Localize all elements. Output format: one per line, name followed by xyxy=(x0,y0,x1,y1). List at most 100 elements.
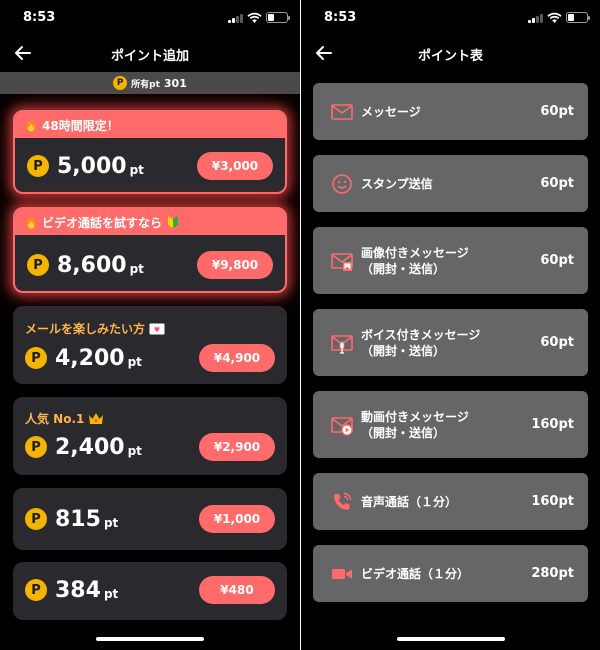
offer-banner-text: ビデオ通話を試すなら xyxy=(42,215,163,230)
price-item-stamp: スタンプ送信 60pt xyxy=(313,155,588,212)
offer-banner-text: 48時間限定！ xyxy=(42,118,119,133)
offer-row: P 5,000 pt ¥3,000 xyxy=(27,152,273,180)
video-mail-icon xyxy=(331,416,353,436)
item-cost: 160pt xyxy=(531,494,574,509)
item-label: メッセージ xyxy=(361,104,421,119)
offer-unit: pt xyxy=(127,355,142,369)
item-label: 動画付きメッセージ xyxy=(361,409,469,424)
offer-banner: ビデオ通話を試すなら xyxy=(15,209,285,235)
video-camera-icon xyxy=(332,568,352,579)
offer-unit: pt xyxy=(129,163,144,177)
status-bar: 8:53 xyxy=(301,0,600,38)
price-item-video-message: 動画付きメッセージ （開封・送信） 160pt xyxy=(313,391,588,458)
item-label-group: 画像付きメッセージ （開封・送信） xyxy=(361,245,469,277)
coin-icon: P xyxy=(25,508,47,530)
phone-icon xyxy=(333,492,352,510)
status-bar: 8:53 xyxy=(0,0,300,38)
price-item-video-call: ビデオ通話（１分） 280pt xyxy=(313,545,588,602)
offer-amount: 4,200 xyxy=(55,345,125,371)
home-indicator[interactable] xyxy=(96,637,204,641)
offer-amount: 815 xyxy=(55,506,101,532)
item-cost: 280pt xyxy=(531,566,574,581)
price-item-voice-call: 音声通話（１分） 160pt xyxy=(313,473,588,530)
coin-icon: P xyxy=(113,76,128,90)
item-sublabel: （開封・送信） xyxy=(361,261,446,276)
item-label-group: 動画付きメッセージ （開封・送信） xyxy=(361,409,469,441)
coin-icon: P xyxy=(25,436,47,458)
offer-tag-text: 人気 No.1 xyxy=(25,412,85,426)
crown-icon xyxy=(89,413,104,424)
offer-card-mail[interactable]: メールを楽しみたい方 P 4,200 pt ¥4,900 xyxy=(13,306,287,384)
item-label: スタンプ送信 xyxy=(361,176,433,191)
offer-row: P 4,200 pt ¥4,900 xyxy=(25,344,275,372)
offer-unit: pt xyxy=(129,262,144,276)
item-label: ボイス付きメッセージ xyxy=(361,327,481,342)
status-time: 8:53 xyxy=(23,10,56,25)
status-icons xyxy=(528,12,590,23)
coin-icon: P xyxy=(25,579,47,601)
envelope-icon xyxy=(331,103,353,120)
item-cost: 60pt xyxy=(540,176,574,191)
price-item-message: メッセージ 60pt xyxy=(313,83,588,140)
home-indicator[interactable] xyxy=(396,637,505,641)
coin-icon: P xyxy=(27,254,49,276)
price-item-voice-message: ボイス付きメッセージ （開封・送信） 60pt xyxy=(313,309,588,376)
fire-icon xyxy=(26,215,36,229)
wifi-icon xyxy=(247,12,262,23)
points-table-screen: 8:53 ポイント表 メッセージ 60pt スタンプ送信 60pt 画像付きメッ… xyxy=(301,0,600,650)
coin-icon: P xyxy=(27,155,49,177)
nav-bar: ポイント表 xyxy=(301,38,600,70)
price-button[interactable]: ¥4,900 xyxy=(199,344,275,372)
offer-row: P 2,400 pt ¥2,900 xyxy=(25,433,275,461)
offer-unit: pt xyxy=(103,587,119,601)
offer-amount: 8,600 xyxy=(57,252,127,278)
offer-card-limited[interactable]: 48時間限定！ P 5,000 pt ¥3,000 xyxy=(13,110,287,194)
offer-card[interactable]: P 384 pt ¥480 xyxy=(13,562,287,620)
offer-row: P 384 pt ¥480 xyxy=(25,576,275,604)
offer-amount: 2,400 xyxy=(55,434,125,460)
offer-row: P 815 pt ¥1,000 xyxy=(25,505,275,533)
status-time: 8:53 xyxy=(324,10,357,25)
status-icons xyxy=(228,12,290,23)
price-button[interactable]: ¥9,800 xyxy=(197,251,273,279)
offer-tag: 人気 No.1 xyxy=(25,410,104,427)
wifi-icon xyxy=(547,12,562,23)
item-label-group: ボイス付きメッセージ （開封・送信） xyxy=(361,327,480,359)
offer-tag-text: メールを楽しみたい方 xyxy=(25,322,146,336)
offer-row: P 8,600 pt ¥9,800 xyxy=(27,251,273,279)
offer-amount: 384 xyxy=(55,577,101,603)
beginner-mark-icon xyxy=(168,216,179,228)
price-button[interactable]: ¥1,000 xyxy=(199,505,275,533)
smiley-icon xyxy=(332,173,352,194)
item-cost: 60pt xyxy=(540,253,574,268)
item-cost: 60pt xyxy=(540,104,574,119)
offer-unit: pt xyxy=(127,444,142,458)
page-title: ポイント表 xyxy=(417,49,483,64)
page-title: ポイント追加 xyxy=(110,49,189,64)
balance-label: 所有pt xyxy=(131,79,160,90)
offer-card[interactable]: P 815 pt ¥1,000 xyxy=(13,488,287,550)
battery-icon xyxy=(266,12,290,23)
offer-unit: pt xyxy=(103,516,119,530)
points-balance-bar: P 所有pt 301 xyxy=(0,72,300,94)
offer-amount: 5,000 xyxy=(57,153,127,179)
image-mail-icon xyxy=(331,252,353,271)
price-button[interactable]: ¥2,900 xyxy=(199,433,275,461)
item-sublabel: （開封・送信） xyxy=(361,343,446,358)
coin-icon: P xyxy=(25,347,47,369)
price-button[interactable]: ¥3,000 xyxy=(197,152,273,180)
offer-card-popular[interactable]: 人気 No.1 P 2,400 pt ¥2,900 xyxy=(13,397,287,475)
item-sublabel: （開封・送信） xyxy=(361,425,446,440)
item-label: 画像付きメッセージ xyxy=(361,245,469,260)
offer-card-video-trial[interactable]: ビデオ通話を試すなら P 8,600 pt ¥9,800 xyxy=(13,207,287,293)
nav-bar: ポイント追加 xyxy=(0,38,300,70)
love-letter-icon xyxy=(149,323,165,334)
balance-value: 301 xyxy=(163,76,187,90)
battery-icon xyxy=(566,12,590,23)
offer-banner: 48時間限定！ xyxy=(15,112,285,138)
item-cost: 60pt xyxy=(540,335,574,350)
offer-tag: メールを楽しみたい方 xyxy=(25,320,165,337)
item-label: 音声通話（１分） xyxy=(361,494,458,509)
price-button[interactable]: ¥480 xyxy=(199,576,275,604)
signal-icon xyxy=(528,13,543,23)
